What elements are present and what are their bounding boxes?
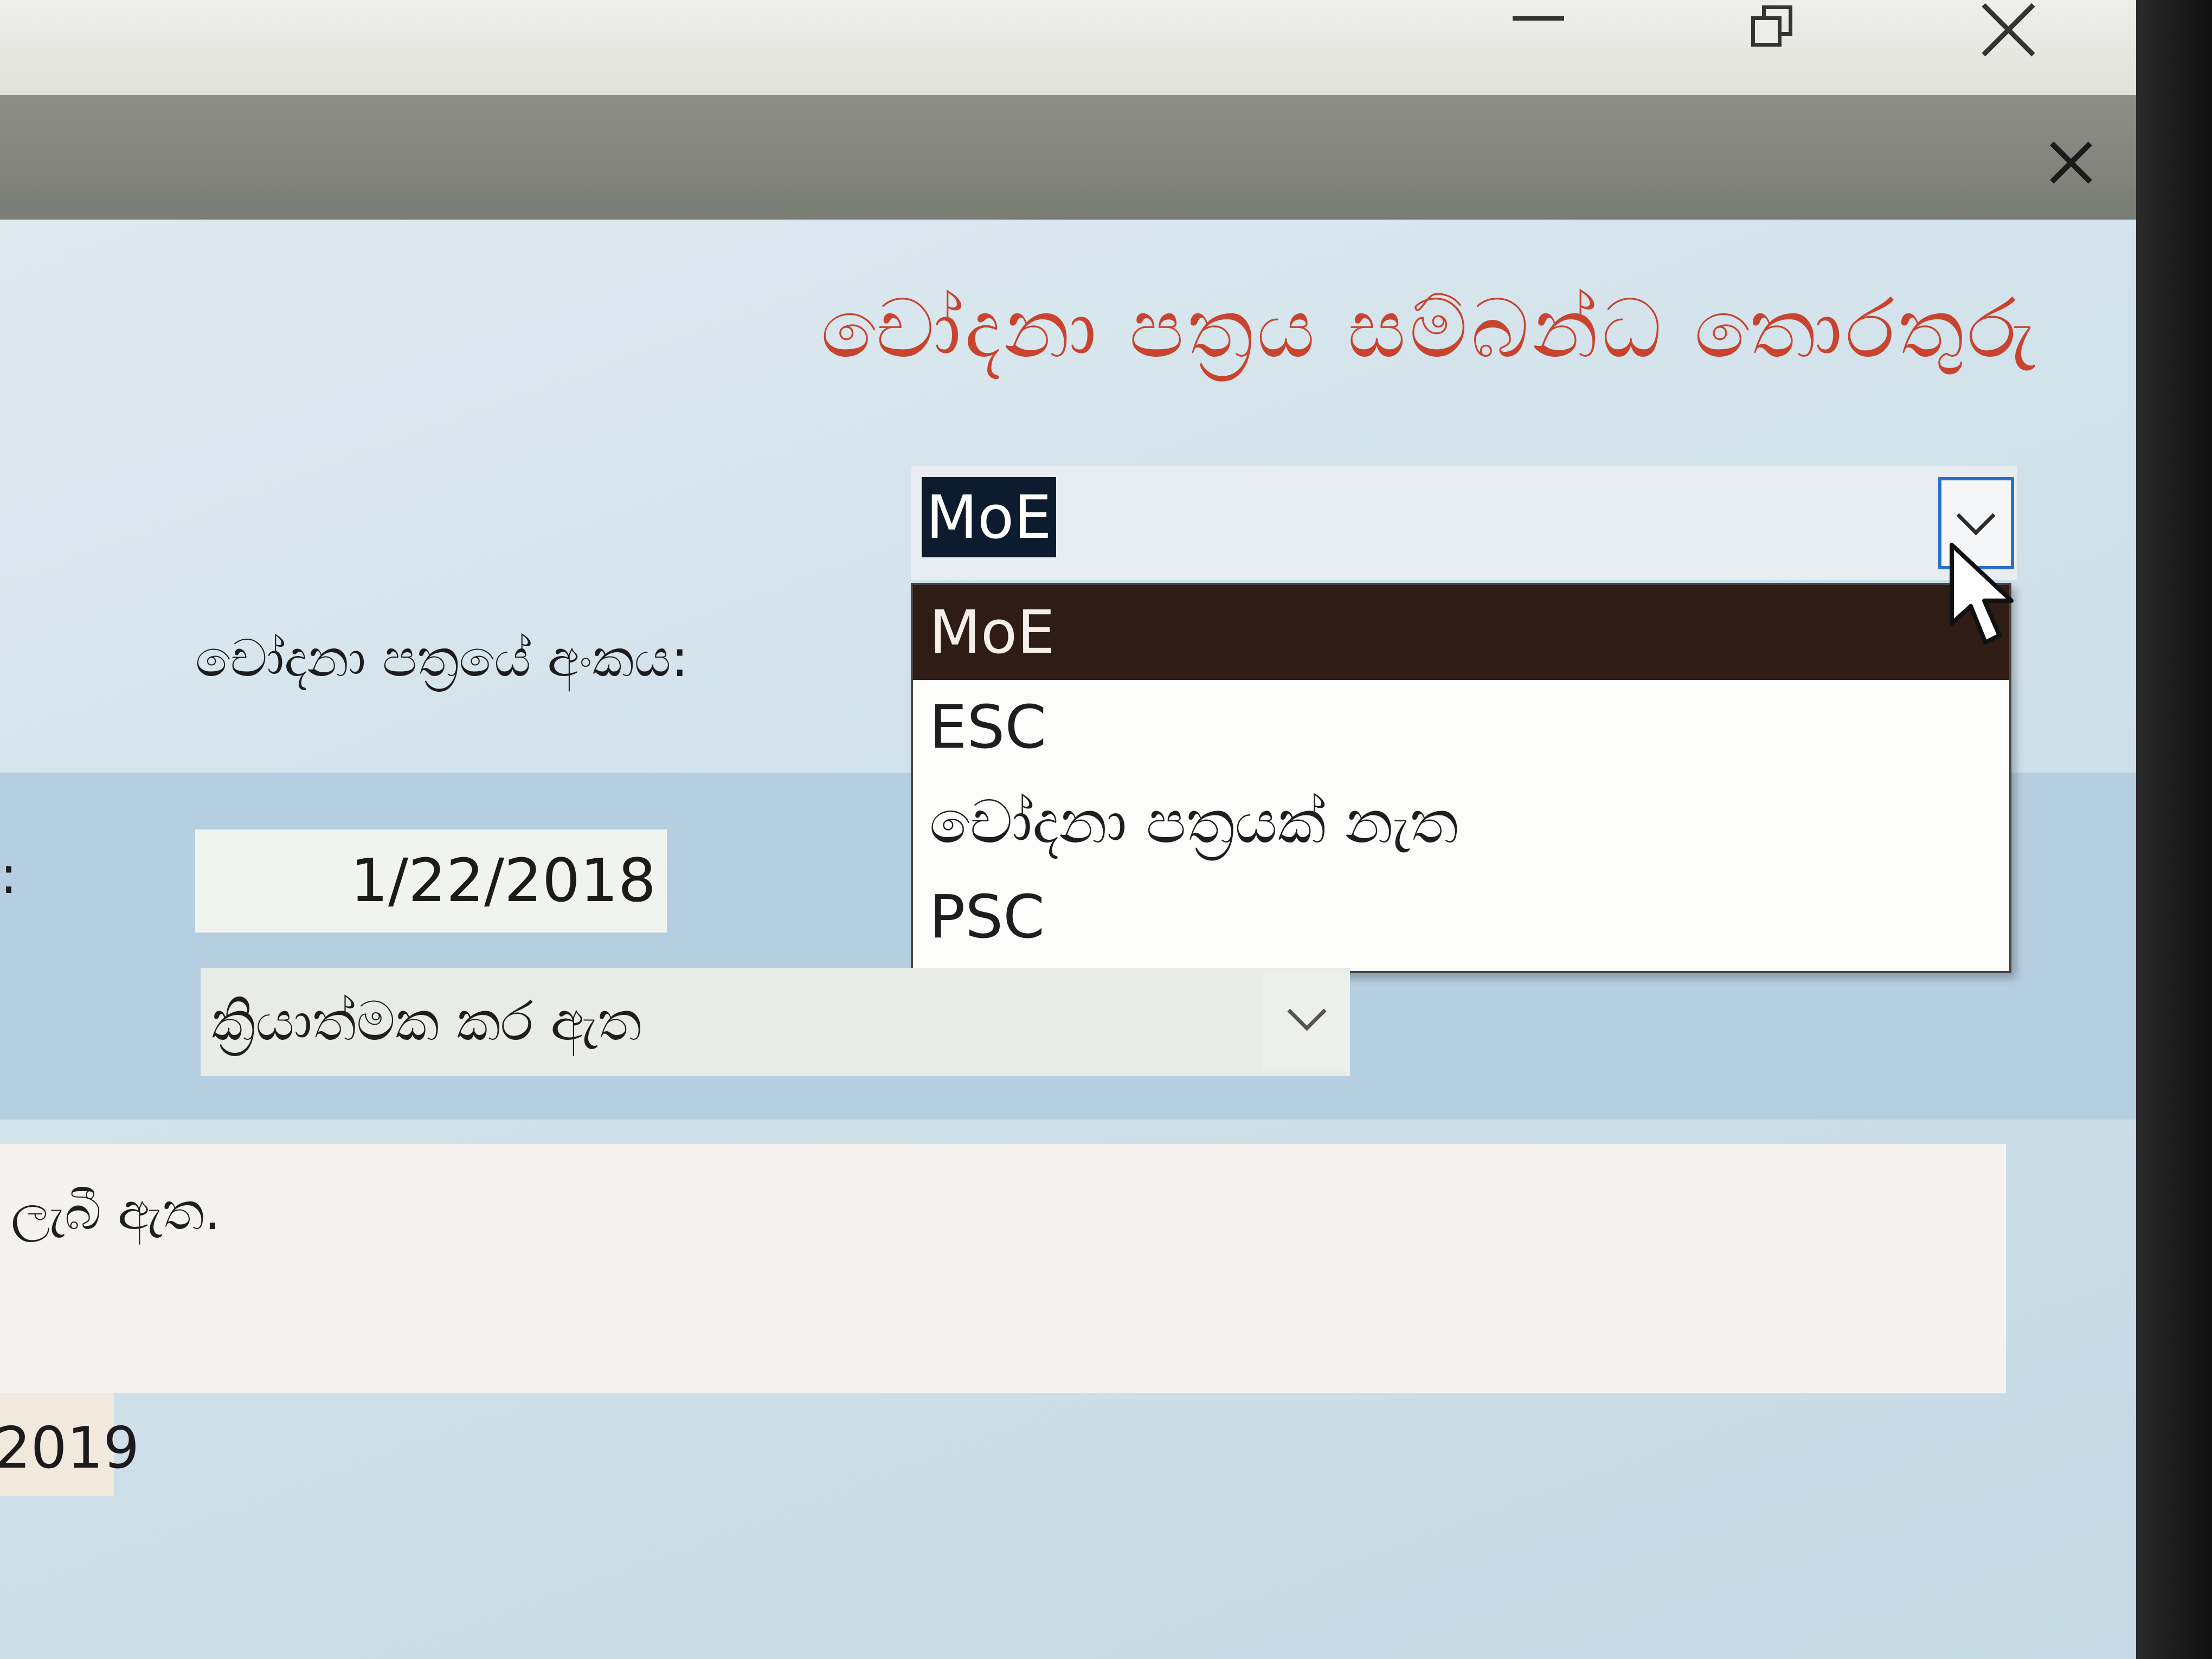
chevron-down-icon	[1956, 496, 1996, 536]
year-field[interactable]: 2019	[0, 1393, 139, 1496]
app-title-bar	[0, 0, 2136, 95]
close-window-icon[interactable]	[1979, 0, 2039, 60]
dropdown-option-no-charge-sheet[interactable]: චෝදනා පත්‍රයක් නැත	[913, 775, 2009, 870]
dropdown-option-psc[interactable]: PSC	[913, 870, 2009, 964]
date-label-colon: :	[0, 846, 18, 905]
restore-icon-front	[1751, 16, 1782, 47]
dropdown-option-moe[interactable]: MoE	[913, 585, 2009, 680]
status-combo-value: ක්‍රියාත්මක කර ඇත	[211, 989, 642, 1053]
notes-field[interactable]: ලැබී ඇත.	[0, 1144, 2006, 1393]
status-dropdown-button[interactable]	[1263, 973, 1350, 1071]
minimize-icon[interactable]	[1513, 16, 1564, 21]
paper-number-combo[interactable]: MoE	[911, 466, 2017, 580]
dropdown-option-esc[interactable]: ESC	[913, 680, 2009, 775]
date-field[interactable]: 1/22/2018	[195, 829, 667, 933]
form-close-icon[interactable]	[2047, 138, 2095, 187]
mouse-pointer-icon	[1950, 543, 2014, 645]
chevron-down-icon	[1287, 992, 1327, 1031]
paper-number-dropdown-list: MoE ESC චෝදනා පත්‍රයක් නැත PSC	[911, 583, 2011, 973]
notes-field-value: ලැබී ඇත.	[11, 1182, 221, 1242]
monitor-bezel	[2136, 0, 2212, 1659]
date-field-value: 1/22/2018	[350, 846, 656, 915]
year-field-value: 2019	[0, 1415, 140, 1481]
form-header-bar	[0, 95, 2136, 220]
form-title: චෝදනා පත්‍රය සම්බන්ධ තොරතුරු	[820, 282, 2039, 376]
restore-icon[interactable]	[1751, 5, 1792, 47]
status-combo[interactable]: ක්‍රියාත්මක කර ඇත	[201, 968, 1350, 1076]
paper-number-label: චෝදනා පත්‍රයේ අංකය:	[195, 629, 689, 689]
paper-number-combo-value[interactable]: MoE	[922, 477, 1056, 557]
